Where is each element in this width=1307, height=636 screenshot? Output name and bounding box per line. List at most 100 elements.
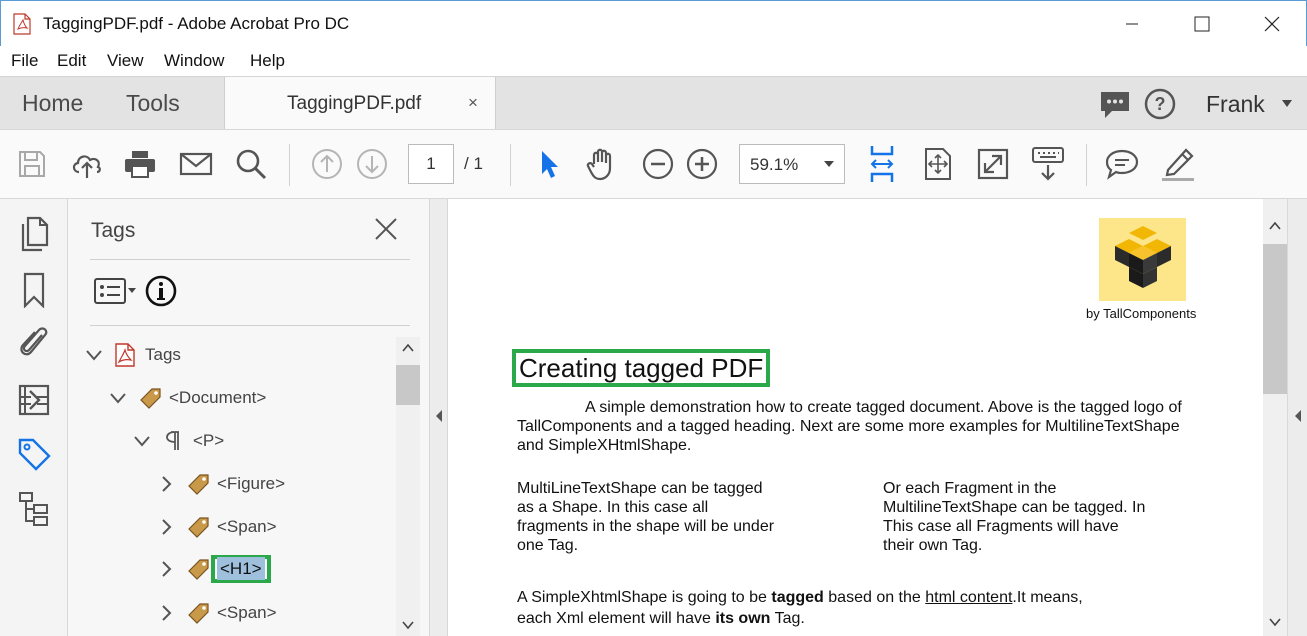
- zoom-out-icon: [642, 148, 674, 180]
- bold-text: tagged: [771, 589, 824, 606]
- email-button[interactable]: [178, 146, 214, 182]
- info-icon[interactable]: [145, 275, 177, 307]
- search-button[interactable]: [233, 146, 269, 182]
- zoom-level-dropdown[interactable]: 59.1%: [739, 144, 845, 184]
- tree-item-label: <Span>: [217, 603, 277, 622]
- chevron-right-icon[interactable]: [157, 475, 175, 493]
- document-view: by TallComponents Creating tagged PDF A …: [448, 199, 1263, 636]
- search-icon: [236, 149, 267, 180]
- next-page-button[interactable]: [354, 146, 390, 182]
- right-pane-handle[interactable]: [1287, 199, 1307, 636]
- tag-icon: [188, 517, 209, 538]
- pen-highlight-icon: [1162, 148, 1194, 181]
- column-left-line: one Tag.: [517, 537, 579, 554]
- window-title: TaggingPDF.pdf - Adobe Acrobat Pro DC: [43, 14, 350, 33]
- chevron-right-icon[interactable]: [157, 560, 175, 578]
- chevron-down-icon[interactable]: [109, 389, 127, 407]
- hand-tool-button[interactable]: [584, 146, 620, 182]
- panel-collapse-handle[interactable]: [430, 199, 448, 636]
- add-comment-button[interactable]: [1104, 146, 1140, 182]
- tab-document-label: TaggingPDF.pdf: [287, 93, 422, 114]
- menu-edit[interactable]: Edit: [57, 51, 86, 71]
- document-scrollbar[interactable]: [1263, 199, 1287, 636]
- toolbar: 1 / 1 59.1%: [0, 129, 1307, 199]
- tab-home[interactable]: Home: [22, 90, 83, 117]
- options-menu-icon[interactable]: [93, 277, 139, 305]
- column-right-text: Or each Fragment in the MultilineTextSha…: [883, 479, 1145, 555]
- menu-view[interactable]: View: [107, 51, 144, 71]
- tree-scrollbar[interactable]: [396, 337, 420, 636]
- tree-item-label: Tags: [145, 345, 181, 364]
- toolbar-separator: [289, 144, 290, 186]
- previous-page-button[interactable]: [309, 146, 345, 182]
- tree-item-span[interactable]: <Span>: [157, 512, 277, 542]
- tree-item-document[interactable]: <Document>: [109, 383, 266, 413]
- chevron-right-icon[interactable]: [157, 604, 175, 622]
- close-window-button[interactable]: [1249, 9, 1295, 39]
- tree-item-label: <H1>: [217, 557, 265, 580]
- user-menu[interactable]: Frank: [1206, 91, 1265, 118]
- text-run: Tag.: [770, 610, 805, 627]
- zoom-in-icon: [686, 148, 718, 180]
- column-left-line: as a Shape. In this case all: [517, 499, 709, 516]
- tab-close-button[interactable]: ×: [468, 93, 478, 113]
- zoom-out-button[interactable]: [640, 146, 676, 182]
- tags-button[interactable]: [14, 434, 54, 474]
- highlight-tool-button[interactable]: [1160, 146, 1196, 182]
- layers-button[interactable]: [14, 380, 54, 420]
- save-button[interactable]: [14, 146, 50, 182]
- column-right-line: Or each Fragment in the: [883, 480, 1057, 497]
- menu-help[interactable]: Help: [250, 51, 285, 71]
- minimize-button[interactable]: [1109, 9, 1155, 39]
- maximize-button[interactable]: [1179, 9, 1225, 39]
- menu-file[interactable]: File: [11, 51, 38, 71]
- tree-item-tags[interactable]: Tags: [85, 340, 181, 370]
- chevron-down-icon[interactable]: [133, 432, 151, 450]
- chevron-right-icon[interactable]: [157, 518, 175, 536]
- full-screen-button[interactable]: [975, 146, 1011, 182]
- tree-item-figure[interactable]: <Figure>: [157, 469, 285, 499]
- fullscreen-icon: [977, 148, 1009, 180]
- page-thumbnails-button[interactable]: [14, 214, 54, 254]
- text-run: A SimpleXhtmlShape is going to be: [517, 589, 772, 606]
- document-heading-h1: Creating tagged PDF: [512, 349, 771, 387]
- close-panel-icon[interactable]: [371, 214, 401, 244]
- scrollbar-thumb[interactable]: [1263, 244, 1287, 394]
- print-button[interactable]: [122, 146, 158, 182]
- scroll-up-icon[interactable]: [1269, 221, 1281, 231]
- tab-document[interactable]: TaggingPDF.pdf ×: [224, 77, 496, 130]
- tree-item-label: <Figure>: [217, 474, 286, 493]
- fit-width-button[interactable]: [864, 146, 900, 182]
- arrow-up-circle-icon: [312, 149, 342, 179]
- upload-cloud-button[interactable]: [69, 146, 105, 182]
- keyboard-icon: [1032, 147, 1064, 181]
- fit-width-icon: [870, 146, 894, 182]
- layers-icon: [18, 384, 50, 416]
- scroll-down-icon[interactable]: [1269, 617, 1281, 627]
- page-total: / 1: [464, 154, 483, 173]
- keyboard-tools-button[interactable]: [1030, 146, 1066, 182]
- bookmark-icon: [23, 272, 45, 308]
- tree-item-label: <P>: [193, 431, 225, 450]
- zoom-in-button[interactable]: [684, 146, 720, 182]
- page-number-input[interactable]: 1: [408, 144, 454, 184]
- fit-page-button[interactable]: [920, 146, 956, 182]
- scroll-down-icon[interactable]: [402, 620, 414, 630]
- minimize-icon: [1126, 23, 1138, 25]
- menu-window[interactable]: Window: [164, 51, 224, 71]
- scroll-up-icon[interactable]: [402, 343, 414, 353]
- tab-tools[interactable]: Tools: [126, 90, 180, 117]
- text-run: .It means,: [1012, 589, 1083, 606]
- column-right-line: This case all Fragments will have: [883, 518, 1119, 535]
- select-tool-button[interactable]: [530, 146, 566, 182]
- tree-item-p[interactable]: <P>: [133, 426, 224, 456]
- tree-item-h1[interactable]: <H1>: [157, 549, 271, 589]
- speech-bubble-icon: [1105, 149, 1139, 180]
- tree-item-span[interactable]: <Span>: [157, 598, 277, 628]
- attachments-button[interactable]: [14, 323, 54, 363]
- menu-bar: File Edit View Window Help: [0, 46, 1307, 76]
- chevron-down-icon[interactable]: [85, 346, 103, 364]
- scrollbar-thumb[interactable]: [396, 365, 420, 405]
- content-tree-button[interactable]: [14, 489, 54, 529]
- bookmarks-button[interactable]: [14, 270, 54, 310]
